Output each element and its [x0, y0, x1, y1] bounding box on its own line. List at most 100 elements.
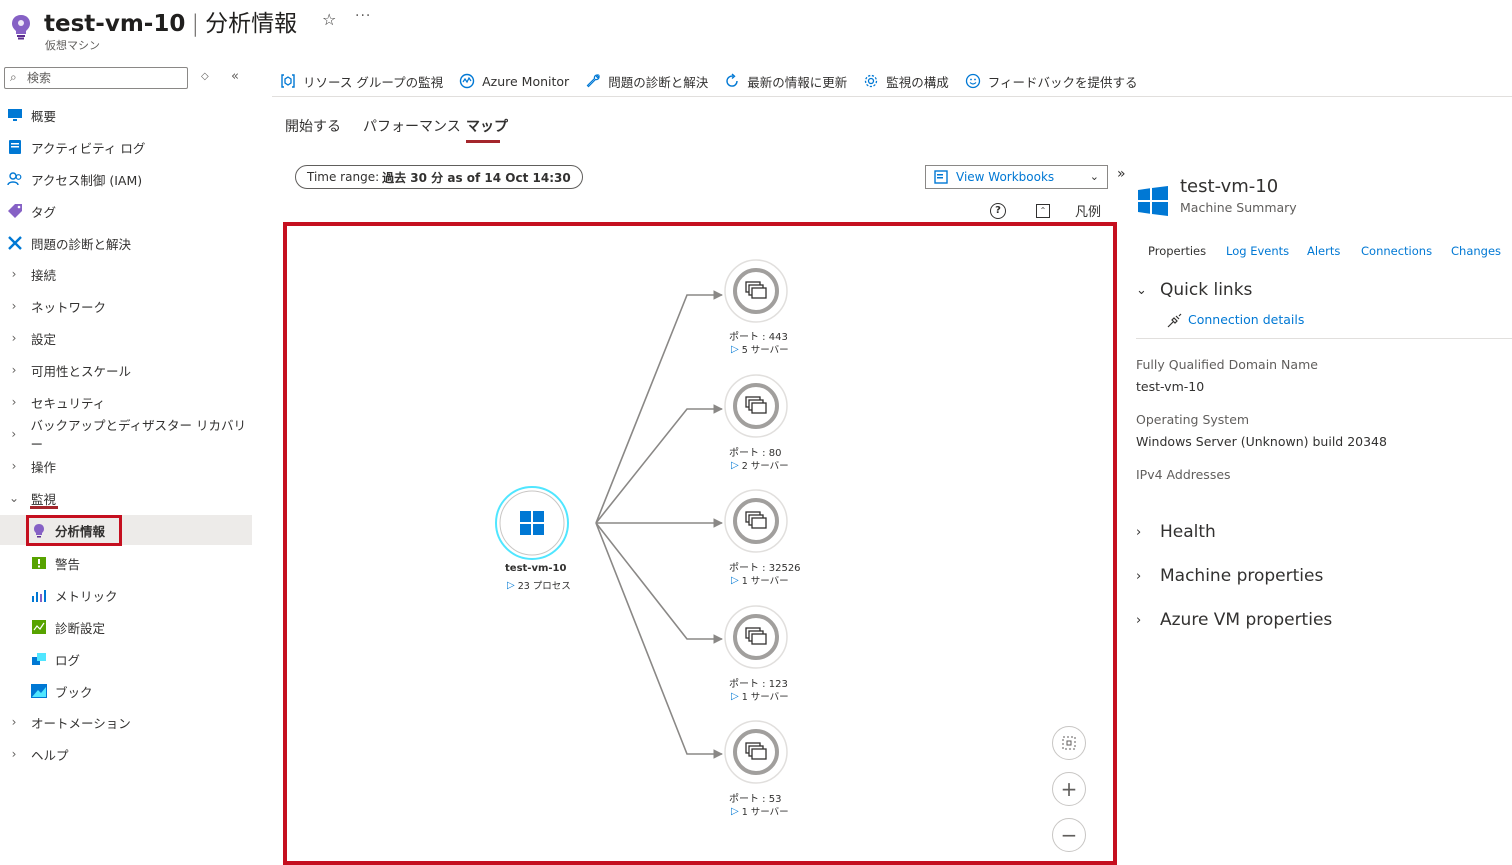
sidebar-item-settings[interactable]: › 設定	[0, 323, 252, 353]
sidebar-item-network[interactable]: › ネットワーク	[0, 291, 252, 321]
sidebar-item-label: 監視	[31, 491, 57, 507]
chevron-right-icon: ›	[11, 427, 17, 441]
sidebar-item-label: ブック	[55, 684, 93, 700]
os-value: Windows Server (Unknown) build 20348	[1136, 434, 1387, 449]
smiley-icon	[965, 73, 980, 89]
port-servers[interactable]: ▷ 1 サーバー	[731, 804, 789, 819]
time-range-pill[interactable]: Time range: 過去 30 分 as of 14 Oct 14:30	[295, 165, 583, 189]
dependency-map[interactable]: test-vm-10 ▷ 23 プロセス ポート : 443 ▷ 5 サーバー ポー…	[283, 222, 1117, 865]
feedback-button[interactable]: フィードバックを提供する	[965, 72, 1138, 91]
alert-icon	[31, 555, 47, 571]
sidebar-item-label: ヘルプ	[31, 747, 69, 763]
fit-screen-icon	[1062, 736, 1076, 750]
sidebar-item-iam[interactable]: アクセス制御 (IAM)	[0, 164, 252, 194]
search-box[interactable]: ⌕	[4, 67, 188, 89]
azure-monitor-button[interactable]: Azure Monitor	[459, 73, 569, 89]
sidebar-item-help[interactable]: › ヘルプ	[0, 739, 252, 769]
sidebar-item-workbooks[interactable]: ブック	[0, 676, 252, 706]
port-servers[interactable]: ▷ 2 サーバー	[731, 458, 789, 473]
expand-icon[interactable]: ⌃	[1036, 204, 1050, 218]
activity-log-icon	[7, 139, 23, 155]
sort-toggle-icon[interactable]: ◇	[201, 71, 209, 82]
resource-group-icon	[281, 74, 295, 88]
sidebar-item-label: 診断設定	[55, 620, 106, 636]
section-title: Health	[1160, 522, 1216, 542]
port-node[interactable]	[724, 259, 788, 323]
expand-triangle-icon: ▷	[731, 690, 739, 702]
port-servers[interactable]: ▷ 1 サーバー	[731, 573, 789, 588]
view-workbooks-dropdown[interactable]: View Workbooks ⌄	[925, 165, 1108, 189]
favorite-star-icon[interactable]: ☆	[322, 10, 336, 29]
port-node[interactable]	[724, 605, 788, 669]
tab-get-started[interactable]: 開始する	[285, 116, 341, 136]
machine-node[interactable]	[495, 486, 569, 560]
port-node[interactable]	[724, 720, 788, 784]
azure-vm-properties-section[interactable]: › Azure VM properties	[1136, 610, 1332, 630]
wrench-icon	[586, 74, 600, 88]
sidebar-item-label: 可用性とスケール	[31, 363, 132, 379]
detail-text: 1 サーバー	[741, 576, 789, 587]
sidebar-item-availability[interactable]: › 可用性とスケール	[0, 355, 252, 385]
machine-node-detail[interactable]: ▷ 23 プロセス	[507, 578, 571, 593]
title-separator: |	[191, 11, 200, 37]
machine-properties-section[interactable]: › Machine properties	[1136, 566, 1323, 586]
tab-map[interactable]: マップ	[466, 116, 508, 136]
panel-tab-changes[interactable]: Changes	[1451, 244, 1501, 258]
port-label: ポート : 32526	[729, 563, 801, 574]
zoom-out-button[interactable]: −	[1052, 818, 1086, 852]
sidebar-item-metrics[interactable]: メトリック	[0, 580, 252, 610]
time-range-label: Time range:	[307, 170, 380, 184]
sidebar-item-operations[interactable]: › 操作	[0, 451, 252, 481]
panel-tab-connections[interactable]: Connections	[1361, 244, 1432, 258]
quick-links-section[interactable]: ⌄ Quick links	[1136, 280, 1252, 300]
page-name: 分析情報	[205, 11, 298, 37]
panel-tab-properties[interactable]: Properties	[1148, 244, 1206, 258]
sidebar-item-label: セキュリティ	[31, 395, 106, 411]
sidebar-item-diagnose[interactable]: 問題の診断と解決	[0, 228, 252, 258]
sidebar-item-label: 接続	[31, 267, 57, 283]
collapse-sidebar-icon[interactable]: «	[231, 69, 239, 84]
panel-tab-log-events[interactable]: Log Events	[1226, 244, 1289, 258]
server-group-icon	[745, 281, 767, 299]
sidebar-item-connect[interactable]: › 接続	[0, 259, 252, 289]
connection-details-link[interactable]: Connection details	[1188, 312, 1304, 327]
tab-performance[interactable]: パフォーマンス	[363, 116, 461, 136]
refresh-button[interactable]: 最新の情報に更新	[724, 72, 847, 91]
insights-highlight-box	[26, 515, 122, 546]
chevron-right-icon: ›	[11, 363, 17, 377]
legend-button[interactable]: 凡例	[1075, 201, 1101, 220]
port-servers[interactable]: ▷ 5 サーバー	[731, 342, 789, 357]
sidebar-item-backup[interactable]: › バックアップとディザスター リカバリー	[0, 418, 252, 452]
fit-to-screen-button[interactable]	[1052, 726, 1086, 760]
sidebar-item-diagnostic-settings[interactable]: 診断設定	[0, 612, 252, 642]
sidebar-item-alerts[interactable]: 警告	[0, 548, 252, 578]
people-icon	[7, 171, 23, 187]
sidebar-item-security[interactable]: › セキュリティ	[0, 387, 252, 417]
diagnostic-settings-icon	[31, 619, 47, 635]
gear-icon	[865, 74, 878, 88]
search-input[interactable]	[27, 69, 177, 87]
sidebar-item-activity-log[interactable]: アクティビティ ログ	[0, 132, 252, 162]
expand-triangle-icon: ▷	[731, 459, 739, 471]
collapse-panel-icon[interactable]: »	[1117, 166, 1126, 182]
more-options-icon[interactable]: ···	[355, 8, 371, 24]
fqdn-label: Fully Qualified Domain Name	[1136, 357, 1318, 372]
sidebar-item-tags[interactable]: タグ	[0, 196, 252, 226]
port-servers[interactable]: ▷ 1 サーバー	[731, 689, 789, 704]
wrench-icon	[7, 235, 23, 251]
sidebar-item-overview[interactable]: 概要	[0, 100, 252, 130]
sidebar-item-label: 問題の診断と解決	[31, 236, 132, 252]
diagnose-button[interactable]: 問題の診断と解決	[585, 72, 708, 91]
sidebar-item-automation[interactable]: › オートメーション	[0, 707, 252, 737]
sidebar-item-logs[interactable]: ログ	[0, 644, 252, 674]
monitoring-underline	[30, 506, 58, 509]
zoom-in-button[interactable]: +	[1052, 772, 1086, 806]
server-group-icon	[745, 396, 767, 414]
panel-tab-alerts[interactable]: Alerts	[1307, 244, 1340, 258]
port-node[interactable]	[724, 489, 788, 553]
configure-monitoring-button[interactable]: 監視の構成	[863, 72, 949, 91]
health-section[interactable]: › Health	[1136, 522, 1216, 542]
help-icon[interactable]: ?	[990, 203, 1006, 219]
monitor-resource-group-button[interactable]: リソース グループの監視	[280, 72, 443, 91]
port-node[interactable]	[724, 374, 788, 438]
